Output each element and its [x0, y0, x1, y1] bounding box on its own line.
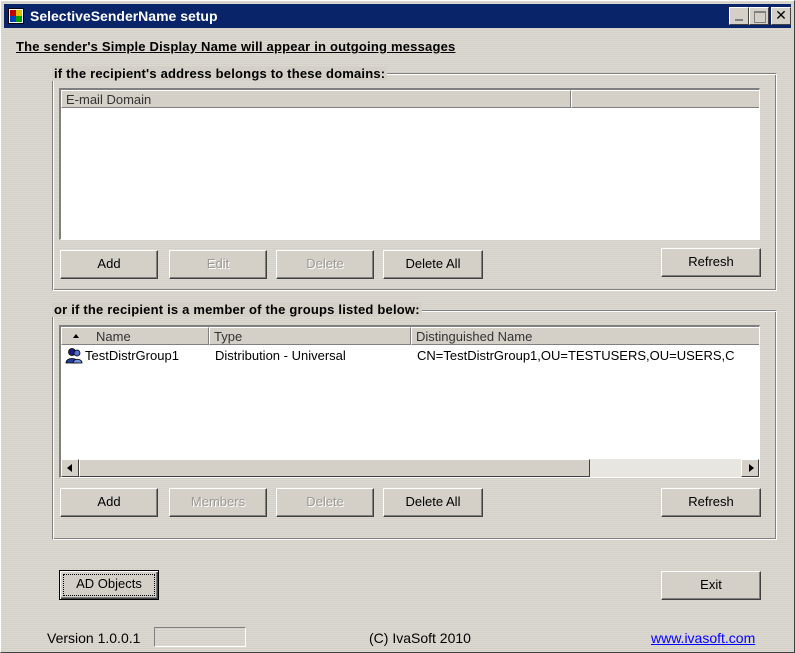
scroll-right-button[interactable] — [741, 459, 759, 477]
groups-list-header: Name Type Distinguished Name — [61, 327, 759, 345]
scroll-left-button[interactable] — [61, 459, 79, 477]
group-row[interactable]: TestDistrGroup1 Distribution - Universal… — [63, 347, 759, 365]
group-refresh-button[interactable]: Refresh — [661, 488, 761, 517]
domain-delete-all-button[interactable]: Delete All — [383, 250, 483, 279]
groups-list[interactable]: Name Type Distinguished Name TestDistrGr… — [59, 325, 760, 478]
minimize-button[interactable] — [729, 7, 749, 25]
title-bar[interactable]: SelectiveSenderName setup ✕ — [4, 4, 791, 28]
sort-ascending-icon — [73, 334, 79, 338]
column-name-label: Name — [96, 329, 131, 344]
scroll-right-icon — [749, 464, 754, 472]
groups-group-label: or if the recipient is a member of the g… — [52, 302, 422, 317]
domains-group-label: if the recipient's address belongs to th… — [52, 66, 388, 81]
column-type[interactable]: Type — [209, 327, 411, 345]
website-link[interactable]: www.ivasoft.com — [651, 630, 755, 646]
group-members-button[interactable]: Members — [169, 488, 267, 517]
domain-delete-button[interactable]: Delete — [276, 250, 374, 279]
group-name-cell: TestDistrGroup1 — [85, 348, 179, 363]
group-add-button[interactable]: Add — [60, 488, 158, 517]
column-distinguished-name[interactable]: Distinguished Name — [411, 327, 759, 345]
version-text: Version 1.0.0.1 — [47, 630, 141, 646]
maximize-button[interactable] — [749, 7, 769, 25]
domains-list-header: E-mail Domain — [61, 90, 759, 108]
column-blank[interactable] — [571, 90, 759, 108]
domain-refresh-button[interactable]: Refresh — [661, 248, 761, 277]
exit-button[interactable]: Exit — [661, 571, 761, 600]
domains-list[interactable]: E-mail Domain — [59, 88, 760, 240]
group-icon — [65, 347, 83, 364]
domain-edit-button[interactable]: Edit — [169, 250, 267, 279]
window-title: SelectiveSenderName setup — [30, 8, 218, 24]
headline: The sender's Simple Display Name will ap… — [16, 39, 456, 54]
status-field — [154, 627, 246, 647]
app-icon[interactable] — [8, 8, 24, 24]
scroll-thumb[interactable] — [79, 459, 590, 477]
ad-objects-button[interactable]: AD Objects — [59, 570, 159, 600]
focus-indicator — [63, 574, 155, 596]
groups-horizontal-scrollbar[interactable] — [61, 459, 759, 477]
column-name[interactable]: Name — [61, 327, 209, 345]
group-type-cell: Distribution - Universal — [215, 348, 346, 363]
domain-add-button[interactable]: Add — [60, 250, 158, 279]
copyright-text: (C) IvaSoft 2010 — [369, 630, 471, 646]
close-button[interactable]: ✕ — [771, 7, 791, 25]
group-dn-cell: CN=TestDistrGroup1,OU=TESTUSERS,OU=USERS… — [417, 348, 735, 363]
group-delete-button[interactable]: Delete — [276, 488, 374, 517]
group-delete-all-button[interactable]: Delete All — [383, 488, 483, 517]
column-email-domain[interactable]: E-mail Domain — [61, 90, 571, 108]
setup-window: SelectiveSenderName setup ✕ The sender's… — [0, 0, 795, 653]
scroll-left-icon — [67, 464, 72, 472]
